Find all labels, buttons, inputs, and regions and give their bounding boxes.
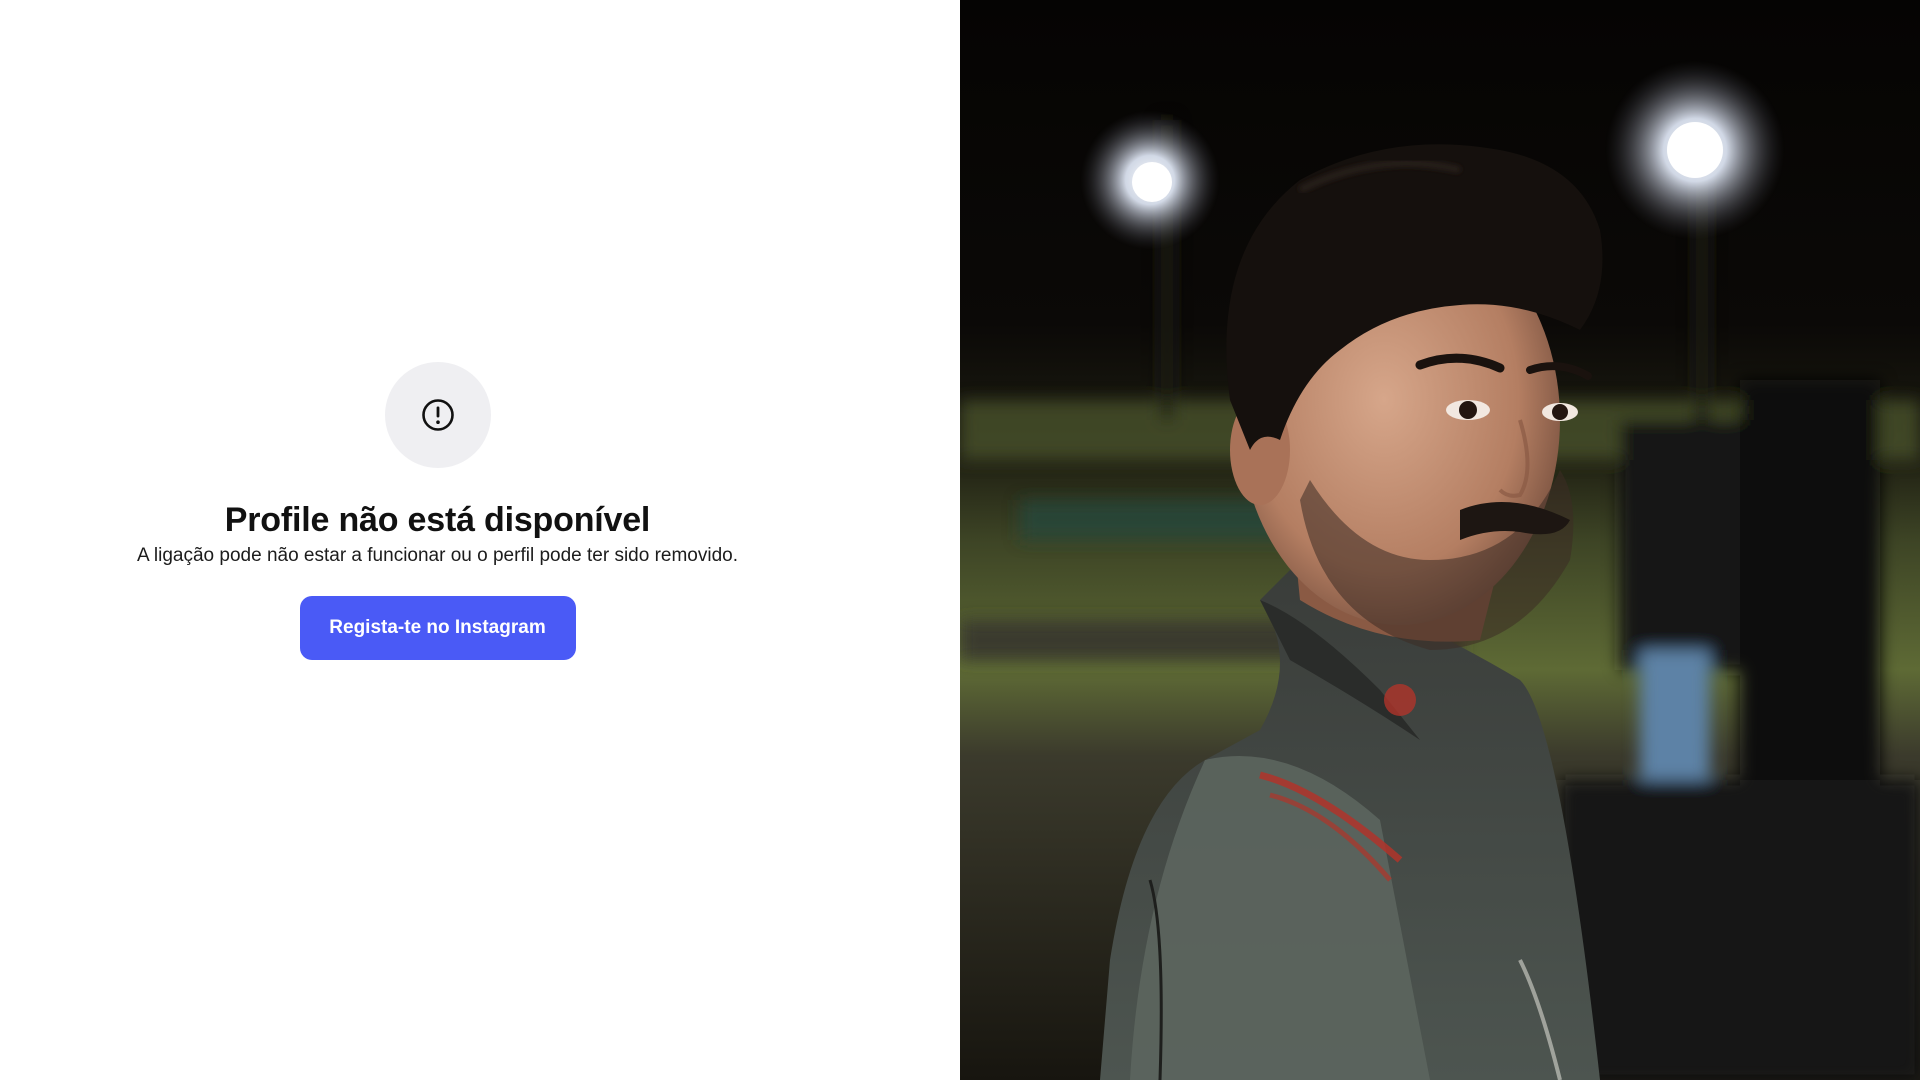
page: Profile não está disponível A ligação po… (0, 0, 1920, 1080)
alert-circle-icon (421, 399, 454, 431)
profile-unavailable-panel: Profile não está disponível A ligação po… (0, 0, 960, 1080)
profile-photo (960, 0, 1920, 1080)
page-message: A ligação pode não estar a funcionar ou … (137, 545, 738, 566)
racer-portrait-image (960, 0, 1920, 1080)
alert-icon-badge (384, 362, 491, 468)
page-title: Profile não está disponível (224, 501, 651, 539)
profile-unavailable-content: Profile não está disponível A ligação po… (0, 362, 875, 660)
signup-instagram-button[interactable]: Regista-te no Instagram (299, 596, 576, 660)
